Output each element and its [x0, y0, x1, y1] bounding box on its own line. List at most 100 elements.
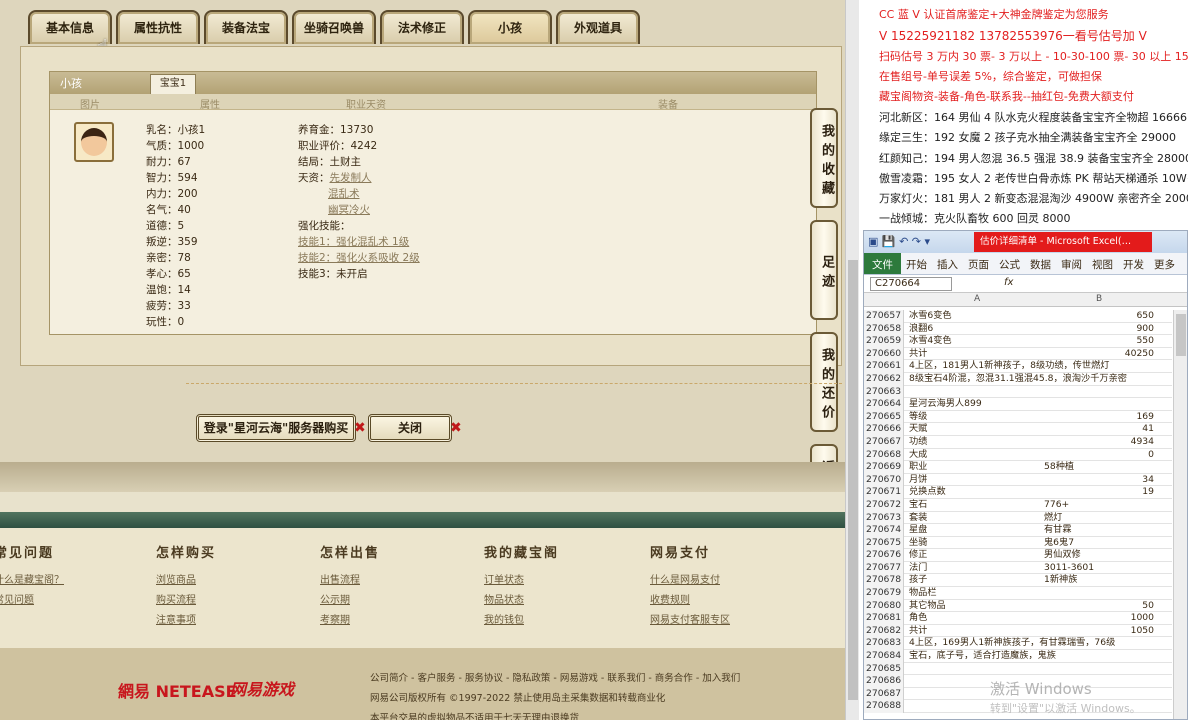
tab-attributes[interactable]: 属性抗性 — [116, 10, 200, 44]
sheet-scrollbar-thumb[interactable] — [1176, 314, 1186, 356]
row-number[interactable]: 270678 — [864, 574, 904, 588]
row-number[interactable]: 270672 — [864, 498, 904, 512]
row-number[interactable]: 270673 — [864, 511, 904, 525]
cell-b[interactable]: 550 — [1136, 335, 1154, 348]
row-number[interactable]: 270684 — [864, 650, 904, 663]
table-row[interactable]: 270680 其它物品 50 — [864, 599, 1172, 613]
ribbon-tab-dev[interactable]: 开发 — [1118, 253, 1149, 274]
cell-a[interactable]: 其它物品 — [909, 600, 946, 613]
cell-b[interactable]: 169 — [1136, 411, 1154, 424]
row-number[interactable]: 270675 — [864, 536, 904, 550]
my-bargains-button[interactable]: 我的还价 — [810, 332, 838, 432]
cell-a[interactable]: 功绩 — [909, 436, 927, 449]
cell-a[interactable]: 大成 — [909, 449, 927, 462]
ribbon-tab-page[interactable]: 页面 — [963, 253, 994, 274]
cell-b[interactable]: 1000 — [1131, 612, 1154, 625]
table-row[interactable]: 270668 大成 0 — [864, 448, 1172, 462]
table-row[interactable]: 270664 星河云海男人899 — [864, 398, 1172, 411]
cell-a[interactable]: 物品栏 — [909, 587, 937, 600]
ribbon-tab-view[interactable]: 视图 — [1087, 253, 1118, 274]
row-number[interactable]: 270668 — [864, 448, 904, 462]
cell-b[interactable]: 0 — [1148, 449, 1154, 462]
cell-a[interactable]: 宝石 — [909, 499, 927, 512]
cell-b[interactable]: 40250 — [1125, 348, 1154, 361]
row-number[interactable]: 270686 — [864, 675, 904, 688]
footer-link[interactable]: 浏览商品 — [156, 571, 216, 591]
row-number[interactable]: 270674 — [864, 524, 904, 537]
table-row[interactable]: 270667 功绩 4934 — [864, 435, 1172, 449]
sheet-scrollbar[interactable] — [1173, 310, 1187, 719]
table-row[interactable]: 270670 月饼 34 — [864, 473, 1172, 487]
my-favorites-button[interactable]: 我的收藏 — [810, 108, 838, 208]
tab-appearance[interactable]: 外观道具 — [556, 10, 640, 44]
cell-b[interactable]: 34 — [1142, 474, 1154, 487]
close-button[interactable]: 关闭 — [368, 414, 452, 442]
cell-b-text[interactable]: 男仙双修 — [1044, 549, 1081, 562]
row-number[interactable]: 270669 — [864, 461, 904, 474]
cell-b[interactable]: 50 — [1142, 600, 1154, 613]
table-row[interactable]: 270676 修正 男仙双修 — [864, 549, 1172, 562]
row-number[interactable]: 270679 — [864, 587, 904, 600]
row-number[interactable]: 270667 — [864, 435, 904, 449]
table-row[interactable]: 270681 角色 1000 — [864, 612, 1172, 625]
table-row[interactable]: 270661 4上区，181男人1新神孩子，8级功绩，传世燃灯 — [864, 360, 1172, 373]
cell-a[interactable]: 坐骑 — [909, 537, 927, 550]
cell-a[interactable]: 冰雪6变色 — [909, 310, 952, 323]
table-row[interactable]: 270679 物品栏 — [864, 587, 1172, 600]
footer-link[interactable]: 网易支付客服专区 — [650, 611, 730, 631]
footprints-button[interactable]: 足迹 — [810, 220, 838, 320]
row-number[interactable]: 270663 — [864, 385, 904, 399]
table-row[interactable]: 270660 共计 40250 — [864, 347, 1172, 361]
cell-a[interactable]: 星盘 — [909, 524, 927, 537]
enhance-skill-2[interactable]: 技能2：强化火系吸收 2级 — [298, 250, 420, 266]
tab-equipment[interactable]: 装备法宝 — [204, 10, 288, 44]
table-row[interactable]: 270675 坐骑 鬼6鬼7 — [864, 536, 1172, 550]
footer-link[interactable]: 常见问题 — [0, 591, 64, 611]
footer-link[interactable]: 订单状态 — [484, 571, 559, 591]
ribbon-tab-more[interactable]: 更多 — [1149, 253, 1180, 274]
cell-b[interactable]: 41 — [1142, 423, 1154, 436]
talent-link-3[interactable]: 幽冥冷火 — [328, 204, 370, 216]
cell-a[interactable]: 法门 — [909, 562, 927, 575]
row-number[interactable]: 270661 — [864, 360, 904, 373]
enhance-skill-1[interactable]: 技能1：强化混乱术 1级 — [298, 234, 420, 250]
row-number[interactable]: 270677 — [864, 561, 904, 575]
table-row[interactable]: 270673 套装 燃灯 — [864, 511, 1172, 525]
ribbon-tab-review[interactable]: 审阅 — [1056, 253, 1087, 274]
table-row[interactable]: 270666 天赋 41 — [864, 423, 1172, 436]
talent-link-2[interactable]: 混乱术 — [328, 188, 360, 200]
table-row[interactable]: 270662 8级宝石4阶混，忽混31.1强混45.8，浪淘沙千万亲密 — [864, 372, 1172, 386]
footer-link[interactable]: 我的钱包 — [484, 611, 559, 631]
tab-mounts-summons[interactable]: 坐骑召唤兽 — [292, 10, 376, 44]
ribbon-tab-insert[interactable]: 插入 — [932, 253, 963, 274]
table-row[interactable]: 270663 — [864, 385, 1172, 399]
cell-a[interactable]: 职业 — [909, 461, 927, 474]
cell-a[interactable]: 共计 — [909, 348, 927, 361]
row-number[interactable]: 270682 — [864, 624, 904, 638]
tab-spell-correction[interactable]: 法术修正 — [380, 10, 464, 44]
footer-link[interactable]: 注意事项 — [156, 611, 216, 631]
cell-a[interactable]: 8级宝石4阶混，忽混31.1强混45.8，浪淘沙千万亲密 — [909, 373, 1127, 386]
name-box[interactable]: C270664 — [870, 277, 952, 291]
table-row[interactable]: 270658 浪翻6 900 — [864, 322, 1172, 336]
row-number[interactable]: 270670 — [864, 473, 904, 487]
footer-link[interactable]: 购买流程 — [156, 591, 216, 611]
cell-a[interactable]: 4上区，181男人1新神孩子，8级功绩，传世燃灯 — [909, 360, 1109, 373]
footer-link[interactable]: 什么是网易支付 — [650, 571, 730, 591]
table-row[interactable]: 270678 孩子 1新神族 — [864, 574, 1172, 588]
footer-link[interactable]: 收费规则 — [650, 591, 730, 611]
row-number[interactable]: 270665 — [864, 410, 904, 424]
cell-a[interactable]: 宝石，底子号，适合打造魔族，鬼族 — [909, 650, 1056, 663]
footer-link[interactable]: 公示期 — [320, 591, 380, 611]
row-number[interactable]: 270658 — [864, 322, 904, 336]
cell-b-text[interactable]: 776+ — [1044, 499, 1069, 512]
row-number[interactable]: 270662 — [864, 372, 904, 386]
row-number[interactable]: 270676 — [864, 549, 904, 562]
cell-b[interactable]: 4934 — [1131, 436, 1154, 449]
tab-child[interactable]: 小孩 — [468, 10, 552, 44]
row-number[interactable]: 270664 — [864, 398, 904, 411]
login-buy-button[interactable]: 登录"星河云海"服务器购买 — [196, 414, 356, 442]
table-row[interactable]: 270665 等级 169 — [864, 410, 1172, 424]
cell-a[interactable]: 角色 — [909, 612, 927, 625]
cell-a[interactable]: 套装 — [909, 512, 927, 525]
